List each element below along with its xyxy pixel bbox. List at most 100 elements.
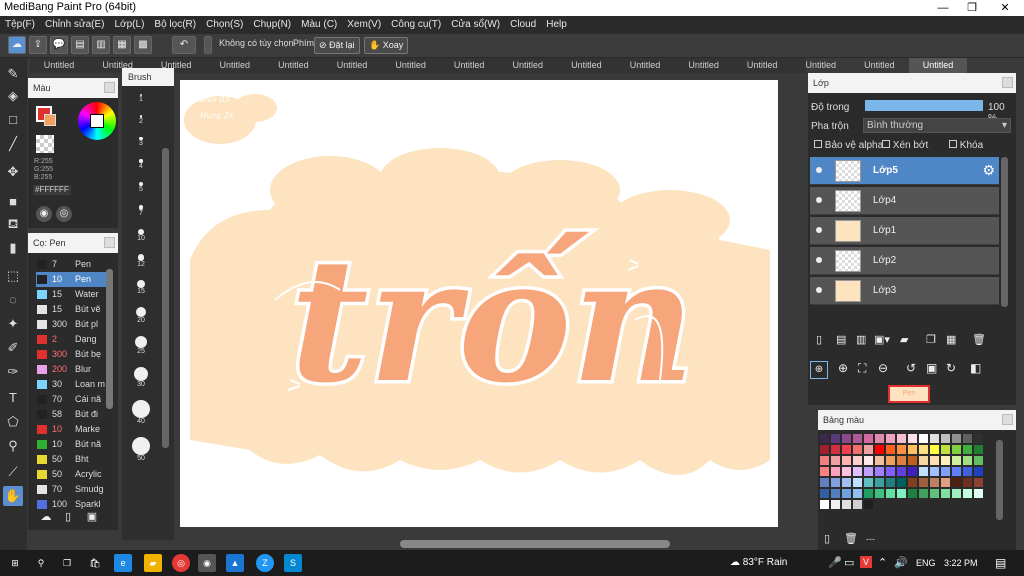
windows-icon[interactable]: ⊞	[6, 554, 24, 572]
tab[interactable]: Untitled	[206, 58, 264, 73]
tab[interactable]: Untitled	[733, 58, 791, 73]
palette-swatch[interactable]	[886, 445, 895, 454]
palette-swatch[interactable]	[875, 478, 884, 487]
file-explorer-icon[interactable]: ▰	[144, 554, 162, 572]
palette-swatch[interactable]	[919, 489, 928, 498]
brush-size-option[interactable]: 15	[126, 279, 156, 295]
palette-swatch[interactable]	[820, 445, 829, 454]
add-layer-menu-icon[interactable]: ▣▾	[874, 333, 890, 346]
edge-icon[interactable]: e	[114, 554, 132, 572]
palette-swatch[interactable]	[842, 478, 851, 487]
brush-item[interactable]: 2 Dạng	[36, 332, 106, 347]
brush-item[interactable]: 15 Bút vẽ	[36, 302, 106, 317]
layer-row[interactable]: Lớp3	[810, 277, 999, 305]
brush-item[interactable]: 30 Loan m	[36, 377, 106, 392]
task-view-icon[interactable]: ❐	[58, 554, 76, 572]
palette-swatch[interactable]	[864, 478, 873, 487]
palette-swatch[interactable]	[864, 445, 873, 454]
palette-swatch[interactable]	[842, 445, 851, 454]
palette-swatch[interactable]	[941, 456, 950, 465]
palette-swatch[interactable]	[864, 467, 873, 476]
panel-close-icon[interactable]	[1002, 414, 1013, 425]
rotate-left-icon[interactable]: ↺	[906, 361, 916, 375]
brush-item[interactable]: 58 Bút đi	[36, 407, 106, 422]
palette-swatch[interactable]	[897, 434, 906, 443]
add-palette-icon[interactable]: ▯	[824, 532, 830, 545]
menu-item[interactable]: Tệp(F)	[0, 16, 40, 34]
color-square[interactable]	[90, 114, 104, 128]
brush-item[interactable]: 70 Cái nă	[36, 392, 106, 407]
palette-add-icon[interactable]: ◎	[56, 206, 72, 222]
palette-swatch[interactable]	[941, 478, 950, 487]
folder-icon[interactable]: ▰	[900, 333, 908, 346]
palette-swatch[interactable]	[853, 467, 862, 476]
zalo-icon[interactable]: Z	[256, 554, 274, 572]
visibility-icon[interactable]	[816, 167, 822, 173]
language-indicator[interactable]: ENG	[916, 558, 936, 568]
brush-item[interactable]: 10 Bút nă	[36, 437, 106, 452]
menu-item[interactable]: Help	[541, 16, 572, 34]
palette-swatch[interactable]	[864, 456, 873, 465]
divide-icon[interactable]: ⬠	[3, 412, 23, 432]
brush-size-option[interactable]: 3	[126, 137, 156, 147]
brush-size-option[interactable]: 40	[126, 399, 156, 425]
clipping-option[interactable]: Xén bớt	[882, 140, 928, 151]
hex-input[interactable]: #FFFFFF	[33, 185, 71, 195]
lock-option[interactable]: Khóa	[949, 140, 983, 151]
palette-swatch[interactable]	[831, 478, 840, 487]
size-scrollbar[interactable]	[162, 148, 169, 448]
minimize-button[interactable]: —	[928, 0, 958, 16]
comment-icon[interactable]: ▤	[71, 36, 89, 54]
rotate-button[interactable]: ✋ Xoay	[364, 37, 409, 54]
palette-swatch[interactable]	[952, 478, 961, 487]
palette-swatch[interactable]	[831, 500, 840, 509]
palette-swatch[interactable]	[853, 489, 862, 498]
tab[interactable]: Untitled	[440, 58, 498, 73]
menu-item[interactable]: Màu (C)	[296, 16, 342, 34]
zoom-out-icon[interactable]: ⊖	[878, 361, 888, 375]
palette-swatch[interactable]	[853, 478, 862, 487]
blend-mode-select[interactable]: Bình thường ▾	[863, 118, 1011, 133]
palette-swatch[interactable]	[842, 467, 851, 476]
palette-swatch[interactable]	[963, 434, 972, 443]
brush-size-option[interactable]: 30	[126, 366, 156, 388]
undo-icon[interactable]: ↶	[172, 36, 196, 54]
palette-swatch[interactable]	[908, 434, 917, 443]
lock-checkbox[interactable]	[949, 140, 957, 148]
brush-size-option[interactable]: 1	[126, 94, 156, 103]
palette-swatch[interactable]	[820, 456, 829, 465]
tab[interactable]: Untitled	[909, 58, 967, 73]
bucket-icon[interactable]: ⛾	[3, 214, 23, 234]
menu-item[interactable]: Cloud	[505, 16, 541, 34]
text-icon[interactable]: T	[3, 388, 23, 408]
visibility-icon[interactable]	[816, 197, 822, 203]
palette-swatch[interactable]	[974, 478, 983, 487]
palette-swatch[interactable]	[930, 478, 939, 487]
menu-item[interactable]: Cửa sổ(W)	[446, 16, 505, 34]
tab[interactable]: Untitled	[264, 58, 322, 73]
palette-swatch[interactable]	[974, 434, 983, 443]
palette-swatch[interactable]	[831, 434, 840, 443]
panel-close-icon[interactable]	[104, 237, 115, 248]
move-icon[interactable]: ✥	[3, 162, 23, 182]
palette-swatch[interactable]	[919, 456, 928, 465]
menu-item[interactable]: Bộ lọc(R)	[149, 16, 201, 34]
select-pen-icon[interactable]: ✐	[3, 338, 23, 358]
tab[interactable]: Untitled	[557, 58, 615, 73]
palette-swatch[interactable]	[875, 467, 884, 476]
eyedropper-icon[interactable]: ⚲	[3, 436, 23, 456]
palette-swatch[interactable]	[963, 489, 972, 498]
brush-size-option[interactable]: 50	[126, 436, 156, 462]
brush-size-option[interactable]: 4	[126, 159, 156, 170]
brush-item[interactable]: 10 Pen	[36, 272, 106, 287]
medibang-icon[interactable]: ◉	[198, 554, 216, 572]
fill-rect-icon[interactable]: ■	[3, 192, 23, 212]
palette-swatch[interactable]	[820, 478, 829, 487]
tab[interactable]: Untitled	[323, 58, 381, 73]
palette-swatch[interactable]	[897, 489, 906, 498]
rotate-right-icon[interactable]: ↻	[946, 361, 956, 375]
line-icon[interactable]: ╱	[3, 134, 23, 154]
palette-swatch[interactable]	[875, 434, 884, 443]
palette-swatch[interactable]	[831, 489, 840, 498]
zoom-icon[interactable]: ⊕	[838, 361, 848, 375]
